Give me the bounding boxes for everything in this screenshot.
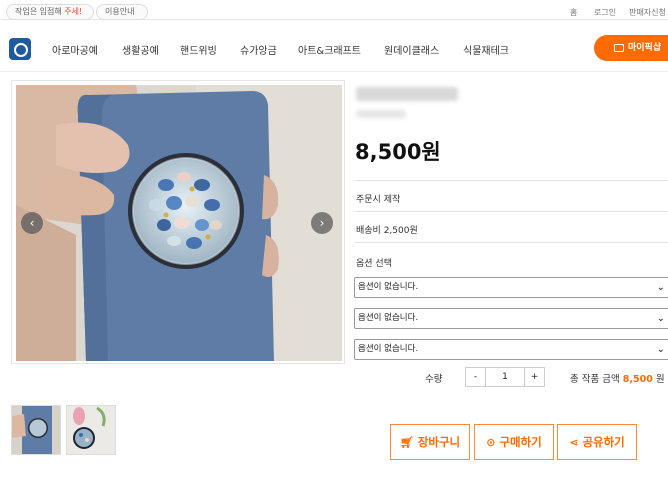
product-subtitle-blurred xyxy=(356,110,406,118)
total-suffix: 원 xyxy=(652,374,665,385)
quantity-minus-button[interactable]: - xyxy=(466,368,486,386)
total-amount: 8,500 xyxy=(622,374,653,385)
shop-icon xyxy=(614,44,624,52)
main-nav: 아로마공예 생활공예 핸드위빙 슈가앙금 아트&크래프트 원데이클래스 식물재테… xyxy=(0,20,668,72)
total-label: 총 작품 금액 xyxy=(570,374,623,385)
nav-item-oneday[interactable]: 원데이클래스 xyxy=(384,42,439,57)
prev-arrow-icon[interactable]: ‹ xyxy=(21,212,43,234)
share-icon: ⋖ xyxy=(569,436,579,449)
nav-item-living[interactable]: 생활공예 xyxy=(122,42,159,57)
shipping-fee: 배송비 2,500원 xyxy=(356,226,418,236)
option-select-value: 옵션이 없습니다. xyxy=(358,344,419,354)
product-title-blurred xyxy=(356,87,458,101)
notice-pill[interactable]: 작업은 입점해 주세! xyxy=(6,4,94,20)
product-price: 8,500원 xyxy=(355,140,441,164)
chevron-down-icon: ⌄ xyxy=(656,313,665,324)
share-label: 공유하기 xyxy=(582,435,625,449)
chevron-down-icon: ⌄ xyxy=(656,282,665,293)
home-link[interactable]: 홈 xyxy=(570,7,577,18)
option-select-2[interactable]: 옵션이 없습니다. ⌄ xyxy=(354,308,668,329)
share-button[interactable]: ⋖ 공유하기 xyxy=(557,424,637,460)
mypick-button[interactable]: 마이픽샵 xyxy=(594,35,668,61)
buy-button[interactable]: ⊙ 구매하기 xyxy=(474,424,554,460)
quantity-stepper: - 1 + xyxy=(465,367,545,387)
top-utility-bar: 작업은 입점해 주세! 이용안내 홈 로그인 판매자신청 xyxy=(0,0,668,20)
divider xyxy=(355,242,668,243)
seller-link[interactable]: 판매자신청 xyxy=(629,7,666,18)
quantity-input[interactable]: 1 xyxy=(486,368,524,386)
divider xyxy=(355,180,668,181)
total-price: 총 작품 금액 8,500 원 xyxy=(570,371,665,385)
site-logo[interactable] xyxy=(9,38,31,60)
buy-label: 구매하기 xyxy=(499,435,542,449)
notice-highlight: 주세! xyxy=(64,7,83,16)
next-arrow-icon[interactable]: › xyxy=(311,212,333,234)
coin-icon: ⊙ xyxy=(486,436,496,449)
option-select-value: 옵션이 없습니다. xyxy=(358,282,419,292)
divider xyxy=(355,211,668,212)
quantity-plus-button[interactable]: + xyxy=(524,368,544,386)
option-select-3[interactable]: 옵션이 없습니다. ⌄ xyxy=(354,339,668,360)
nav-item-artcraft[interactable]: 아트&크래프트 xyxy=(298,42,361,57)
made-to-order-text: 주문시 제작 xyxy=(356,195,401,205)
option-title: 옵션 선택 xyxy=(356,259,392,269)
guide-pill[interactable]: 이용안내 xyxy=(96,4,148,20)
nav-item-sugar[interactable]: 슈가앙금 xyxy=(240,42,277,57)
option-select-1[interactable]: 옵션이 없습니다. ⌄ xyxy=(354,277,668,298)
product-gallery xyxy=(11,80,345,364)
cart-button[interactable]: 🛒︎ 장바구니 xyxy=(390,424,470,460)
nav-item-plant[interactable]: 식물재테크 xyxy=(463,42,509,57)
cart-label: 장바구니 xyxy=(417,435,461,449)
thumbnail-2[interactable] xyxy=(66,405,116,455)
quantity-label: 수량 xyxy=(425,374,443,385)
mypick-label: 마이픽샵 xyxy=(628,43,662,53)
nav-item-aroma[interactable]: 아로마공예 xyxy=(52,42,98,57)
chevron-down-icon: ⌄ xyxy=(656,344,665,355)
thumbnail-1[interactable] xyxy=(11,405,61,455)
product-main-image xyxy=(16,85,342,361)
option-select-value: 옵션이 없습니다. xyxy=(358,313,419,323)
notice-text: 작업은 입점해 xyxy=(15,7,65,16)
cart-icon: 🛒︎ xyxy=(399,436,414,449)
nav-item-weaving[interactable]: 핸드위빙 xyxy=(180,42,217,57)
login-link[interactable]: 로그인 xyxy=(594,7,616,18)
